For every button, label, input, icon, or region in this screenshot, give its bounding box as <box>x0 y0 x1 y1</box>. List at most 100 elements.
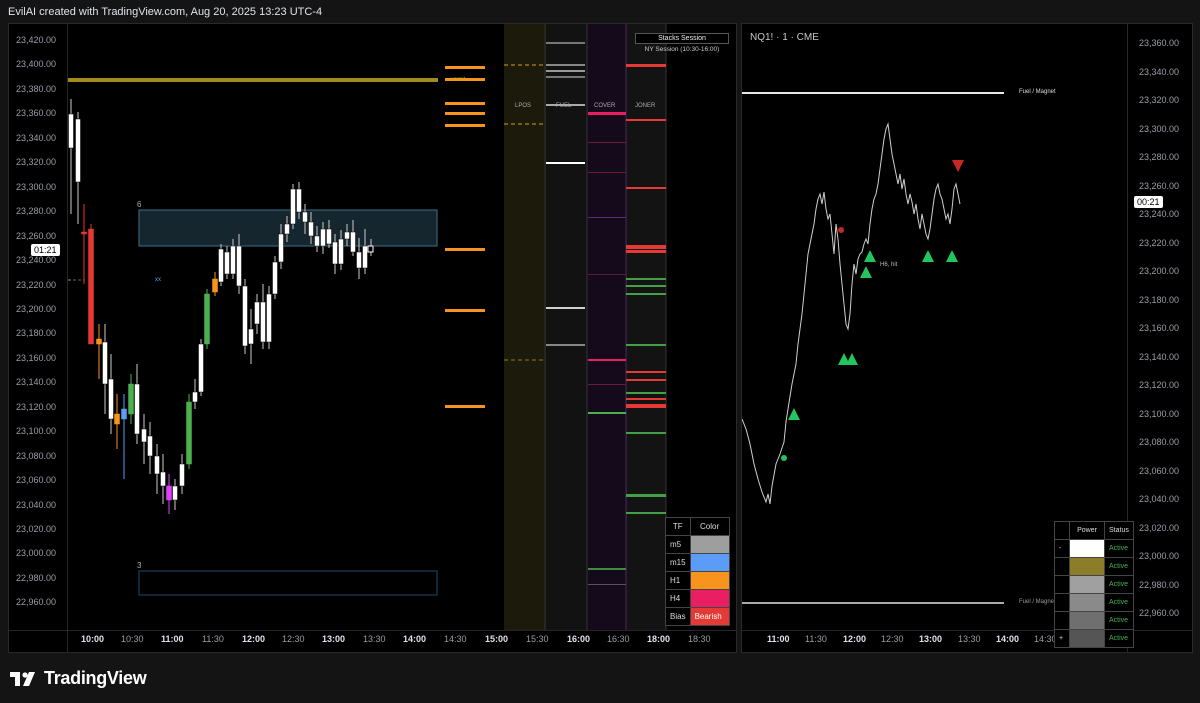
candle <box>172 479 178 510</box>
power-status-table: Power Status - Active Active Active Active Ac… <box>1054 521 1134 648</box>
fuel-level-line <box>546 344 585 346</box>
brand-name: TradingView <box>44 668 147 688</box>
h1-level-line <box>445 66 485 69</box>
unmit-level <box>68 78 438 82</box>
candle <box>102 324 108 414</box>
joner-level-line <box>626 245 666 249</box>
price-tick: 23,360.00 <box>16 108 57 119</box>
price-tick: 23,340.00 <box>1139 66 1180 77</box>
joner-level-line <box>626 344 666 346</box>
price-tick: 23,180.00 <box>1139 294 1180 305</box>
h1-level-line <box>445 112 485 115</box>
candle <box>260 284 266 349</box>
countdown-badge: 00:21 <box>1134 196 1163 208</box>
left-chart-pane[interactable]: 23,420.00 23,400.00 23,380.00 23,360.00 23,3… <box>8 23 737 653</box>
column-label-joner: JONER <box>635 103 656 109</box>
price-tick: 23,200.00 <box>16 303 57 314</box>
price-tick: 23,080.00 <box>16 450 57 461</box>
price-tick: 23,380.00 <box>16 83 57 94</box>
power-key <box>1054 593 1070 612</box>
price-tick: 23,280.00 <box>1139 152 1180 162</box>
h6-hit-label: H6, hit <box>880 262 898 268</box>
buy-signal-icon <box>846 353 858 365</box>
box-upper-label: 6 <box>137 200 142 209</box>
session-box: Stacks Session NY Session (10:30-16:00) <box>635 33 729 53</box>
price-tick: 23,120.00 <box>16 401 57 412</box>
fuel-level-line <box>546 70 585 72</box>
right-chart-pane[interactable]: NQ1! · 1 · CME Fuel / Magnet Fuel / Magn… <box>741 23 1193 653</box>
cover-level-line <box>588 172 626 173</box>
price-tick: 23,140.00 <box>1139 351 1180 362</box>
tf-header: TF <box>665 517 691 536</box>
power-key: + <box>1054 629 1070 648</box>
joner-column <box>626 24 666 630</box>
cover-level-line <box>588 359 626 361</box>
buy-signal-icon <box>788 408 800 420</box>
color-swatch <box>689 553 730 572</box>
candle <box>141 414 147 464</box>
candle <box>224 246 230 279</box>
joner-level-line <box>626 64 666 67</box>
h1-level-line <box>445 124 485 127</box>
candle <box>254 294 260 334</box>
h1-level-line <box>445 248 485 251</box>
price-tick: 23,140.00 <box>16 377 57 388</box>
status-value: Active <box>1104 593 1134 612</box>
tf-row: H1 <box>665 571 730 590</box>
h1-level-line <box>445 102 485 105</box>
joner-level-line <box>626 278 666 280</box>
price-tick: 23,100.00 <box>1139 408 1180 419</box>
price-tick: 23,080.00 <box>1139 437 1180 447</box>
chart-title: NQ1! · 1 · CME <box>750 32 819 43</box>
cover-level-line <box>588 274 626 275</box>
sell-signal-icon <box>952 160 964 172</box>
time-tick: 12:30 <box>282 634 305 644</box>
candle <box>68 99 74 214</box>
column-label-lpos: LPOS <box>515 103 532 109</box>
price-tick: 23,280.00 <box>16 206 57 217</box>
fuel-column <box>546 24 588 630</box>
power-swatch <box>1069 539 1105 558</box>
time-tick: 12:00 <box>843 634 867 644</box>
candle <box>198 339 204 396</box>
price-tick: 23,020.00 <box>16 524 57 534</box>
time-tick: 10:00 <box>81 634 105 644</box>
price-tick: 23,200.00 <box>1139 266 1180 276</box>
price-tick: 22,980.00 <box>1139 579 1180 590</box>
power-key <box>1054 575 1070 594</box>
price-tick: 23,180.00 <box>16 328 57 339</box>
candle <box>166 474 172 514</box>
joner-level-line <box>626 250 666 253</box>
color-swatch <box>689 535 730 554</box>
cover-level-line <box>588 142 626 143</box>
candle <box>179 454 185 494</box>
candle <box>134 364 140 444</box>
left-chart-canvas[interactable] <box>9 24 736 652</box>
fuel-level-line <box>546 162 585 164</box>
time-tick: 18:00 <box>647 634 671 644</box>
cover-level-line <box>588 217 626 218</box>
tf-row: m15 <box>665 553 730 572</box>
tradingview-logo[interactable]: TradingView <box>10 668 147 689</box>
power-key: - <box>1054 539 1070 558</box>
cover-level-line <box>588 584 626 585</box>
status-header: Status <box>1104 521 1134 540</box>
fvg-box-lower <box>138 570 438 596</box>
countdown-badge: 01:21 <box>31 244 60 256</box>
power-row: Active <box>1054 611 1134 630</box>
time-tick: 14:30 <box>444 634 467 644</box>
joner-level-line <box>626 512 666 514</box>
time-tick: 13:00 <box>919 634 943 644</box>
candle <box>154 444 160 494</box>
power-swatch <box>1069 593 1105 612</box>
price-tick: 23,120.00 <box>1139 380 1180 390</box>
candle <box>242 279 248 354</box>
power-row: Active <box>1054 557 1134 576</box>
price-tick: 23,360.00 <box>1139 38 1180 48</box>
power-row: - Active <box>1054 539 1134 558</box>
candle <box>160 454 166 504</box>
power-row: Active <box>1054 575 1134 594</box>
power-row: Active <box>1054 593 1134 612</box>
power-swatch <box>1069 611 1105 630</box>
h1-level-line <box>445 309 485 312</box>
